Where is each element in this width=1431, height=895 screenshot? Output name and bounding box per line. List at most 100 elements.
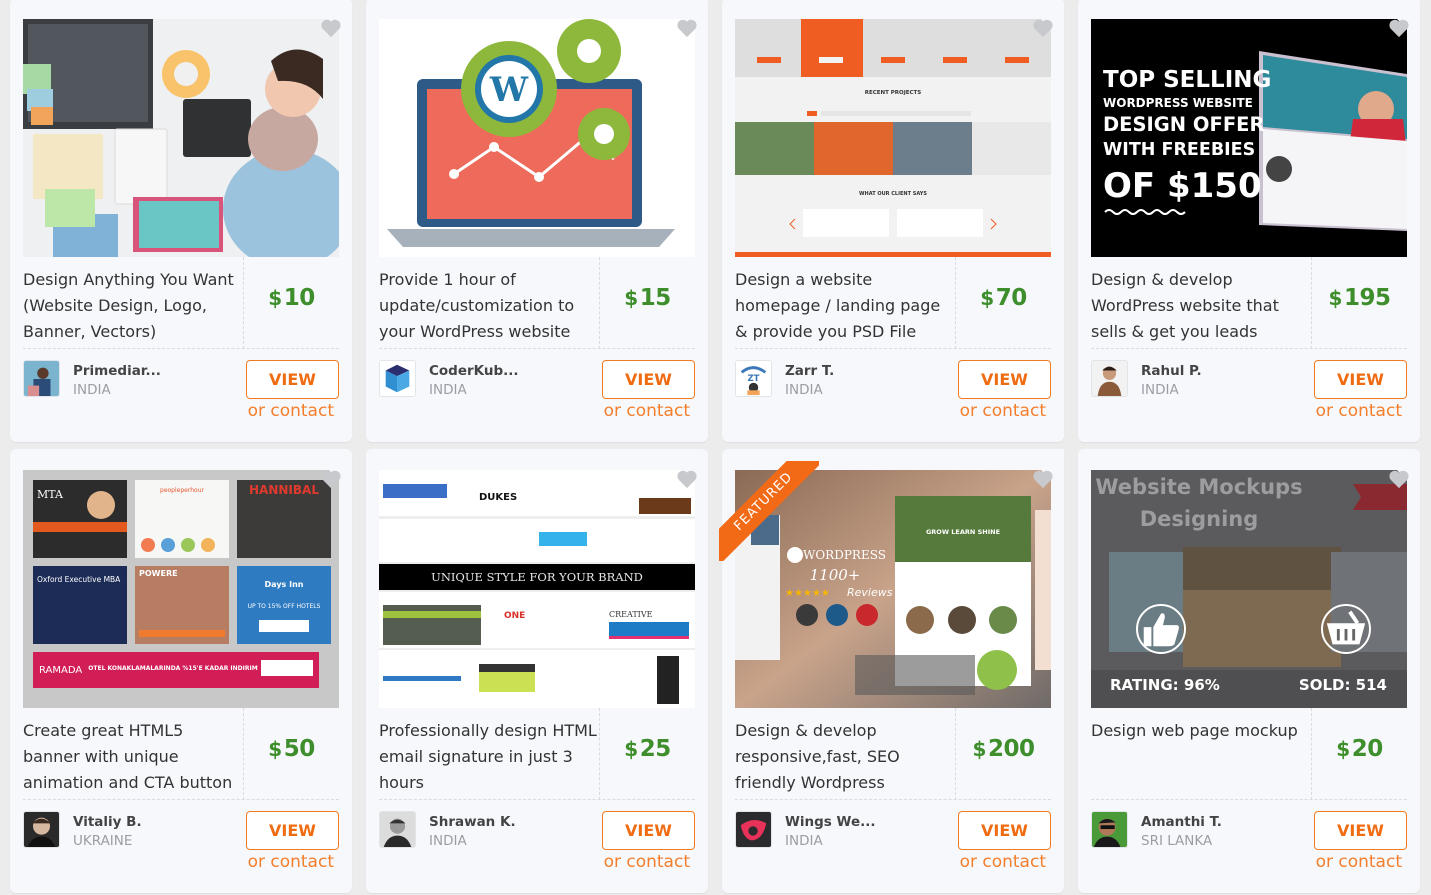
offer-card[interactable]: W Provide 1 hour of update/customization… <box>366 0 708 442</box>
seller-text: CoderKub... INDIA <box>429 362 519 400</box>
view-button[interactable]: VIEW <box>602 360 695 399</box>
seller-name[interactable]: Vitaliy B. <box>73 813 142 831</box>
offer-title[interactable]: Create great HTML5 banner with unique an… <box>23 718 241 796</box>
offer-price: $20 <box>1336 736 1383 762</box>
favorite-heart-icon[interactable] <box>1032 18 1054 38</box>
seller-country: INDIA <box>429 833 467 849</box>
seller-name[interactable]: Wings We... <box>785 813 875 831</box>
offer-card[interactable]: DUKES UNIQUE STYLE FOR YOUR BRAND ONE CR… <box>366 449 708 893</box>
offer-thumbnail[interactable]: GROW LEARN SHINE WORDPRESS 1100+ ★★★★★ R… <box>735 470 1051 708</box>
offer-thumbnail[interactable]: DUKES UNIQUE STYLE FOR YOUR BRAND ONE CR… <box>379 470 695 708</box>
svg-text:★★★★★: ★★★★★ <box>785 588 830 599</box>
sold-basket-icon[interactable] <box>1321 604 1371 654</box>
favorite-heart-icon[interactable] <box>676 469 698 489</box>
view-button[interactable]: VIEW <box>1314 360 1407 399</box>
seller-text: Rahul P. INDIA <box>1141 362 1202 400</box>
svg-text:1100+: 1100+ <box>810 566 861 584</box>
contact-link[interactable]: or contact <box>248 401 334 421</box>
offer-price: $10 <box>268 285 315 311</box>
offer-info: Design & develop WordPress website that … <box>1091 257 1407 349</box>
offer-title[interactable]: Design a website homepage / landing page… <box>735 267 953 345</box>
favorite-heart-icon[interactable] <box>320 469 342 489</box>
view-button[interactable]: VIEW <box>246 360 339 399</box>
price-value: 195 <box>1343 285 1391 311</box>
favorite-heart-icon[interactable] <box>676 18 698 38</box>
view-button[interactable]: VIEW <box>602 811 695 850</box>
offer-title[interactable]: Design & develop responsive,fast, SEO fr… <box>735 718 953 796</box>
seller-info: Vitaliy B. UKRAINE <box>23 811 223 851</box>
svg-text:Website Mockups: Website Mockups <box>1095 475 1302 499</box>
currency-symbol: $ <box>1328 286 1343 310</box>
svg-text:ZT: ZT <box>748 374 760 384</box>
svg-text:OF $150: OF $150 <box>1103 166 1262 206</box>
seller-name[interactable]: Primediar... <box>73 362 161 380</box>
seller-avatar[interactable] <box>23 360 60 397</box>
offer-thumbnail[interactable]: RECENT PROJECTS WHAT OUR CLIENT SAYS <box>735 19 1051 257</box>
contact-link[interactable]: or contact <box>248 852 334 872</box>
seller-country: SRI LANKA <box>1141 833 1213 849</box>
favorite-heart-icon[interactable] <box>1388 18 1410 38</box>
seller-info: Amanthi T. SRI LANKA <box>1091 811 1291 851</box>
offer-price: $200 <box>973 736 1035 762</box>
seller-name[interactable]: Shrawan K. <box>429 813 516 831</box>
offer-card[interactable]: RECENT PROJECTS WHAT OUR CLIENT SAYS Des… <box>722 0 1064 442</box>
contact-link[interactable]: or contact <box>1316 401 1402 421</box>
seller-avatar[interactable]: ZT <box>735 360 772 397</box>
contact-link[interactable]: or contact <box>960 852 1046 872</box>
price-column: $15 <box>599 257 695 349</box>
svg-text:UP TO 15% OFF HOTELS: UP TO 15% OFF HOTELS <box>248 603 321 610</box>
offer-title[interactable]: Design web page mockup <box>1091 718 1309 744</box>
offer-thumbnail[interactable]: Website Mockups Designing RATING: 96% SO… <box>1091 470 1407 708</box>
seller-text: Wings We... INDIA <box>785 813 875 851</box>
offer-card[interactable]: Design Anything You Want (Website Design… <box>10 0 352 442</box>
seller-country: INDIA <box>1141 382 1179 398</box>
favorite-heart-icon[interactable] <box>1388 469 1410 489</box>
seller-name[interactable]: Rahul P. <box>1141 362 1202 380</box>
seller-avatar[interactable] <box>379 360 416 397</box>
seller-info: Rahul P. INDIA <box>1091 360 1291 400</box>
view-button[interactable]: VIEW <box>958 360 1051 399</box>
seller-name[interactable]: Zarr T. <box>785 362 834 380</box>
seller-avatar[interactable] <box>735 811 772 848</box>
favorite-heart-icon[interactable] <box>1032 469 1054 489</box>
offer-title[interactable]: Design & develop WordPress website that … <box>1091 267 1309 345</box>
offer-title[interactable]: Design Anything You Want (Website Design… <box>23 267 241 345</box>
svg-text:CREATIVE: CREATIVE <box>609 610 653 619</box>
seller-avatar[interactable] <box>1091 360 1128 397</box>
offer-price: $50 <box>268 736 315 762</box>
offer-thumbnail[interactable]: W <box>379 19 695 257</box>
offer-info: Design & develop responsive,fast, SEO fr… <box>735 708 1051 800</box>
favorite-heart-icon[interactable] <box>320 18 342 38</box>
offer-info: Design Anything You Want (Website Design… <box>23 257 339 349</box>
contact-link[interactable]: or contact <box>604 852 690 872</box>
offer-thumbnail[interactable]: TOP SELLING WORDPRESS WEBSITE DESIGN OFF… <box>1091 19 1407 257</box>
view-button[interactable]: VIEW <box>1314 811 1407 850</box>
offer-card[interactable]: TOP SELLING WORDPRESS WEBSITE DESIGN OFF… <box>1078 0 1420 442</box>
contact-link[interactable]: or contact <box>960 401 1046 421</box>
rating-thumbs-up-icon[interactable] <box>1136 604 1186 654</box>
offer-card[interactable]: Website Mockups Designing RATING: 96% SO… <box>1078 449 1420 893</box>
svg-text:RECENT PROJECTS: RECENT PROJECTS <box>865 90 922 96</box>
offer-thumbnail[interactable] <box>23 19 339 257</box>
offer-title[interactable]: Provide 1 hour of update/customization t… <box>379 267 597 345</box>
view-button[interactable]: VIEW <box>246 811 339 850</box>
seller-country: INDIA <box>429 382 467 398</box>
offer-card[interactable]: MTA peopleperhour HANNIBAL Oxford Execut… <box>10 449 352 893</box>
price-value: 200 <box>987 736 1035 762</box>
seller-avatar[interactable] <box>23 811 60 848</box>
seller-info: Shrawan K. INDIA <box>379 811 579 851</box>
price-column: $25 <box>599 708 695 800</box>
seller-avatar[interactable] <box>379 811 416 848</box>
contact-link[interactable]: or contact <box>1316 852 1402 872</box>
contact-link[interactable]: or contact <box>604 401 690 421</box>
view-button[interactable]: VIEW <box>958 811 1051 850</box>
offer-card[interactable]: GROW LEARN SHINE WORDPRESS 1100+ ★★★★★ R… <box>719 449 1064 893</box>
offer-title[interactable]: Professionally design HTML email signatu… <box>379 718 597 796</box>
svg-text:UNIQUE STYLE FOR YOUR BRAND: UNIQUE STYLE FOR YOUR BRAND <box>431 570 643 584</box>
offer-price: $70 <box>980 285 1027 311</box>
seller-name[interactable]: Amanthi T. <box>1141 813 1222 831</box>
seller-name[interactable]: CoderKub... <box>429 362 519 380</box>
offer-thumbnail[interactable]: MTA peopleperhour HANNIBAL Oxford Execut… <box>23 470 339 708</box>
svg-text:WORDPRESS WEBSITE: WORDPRESS WEBSITE <box>1103 96 1253 110</box>
seller-avatar[interactable] <box>1091 811 1128 848</box>
